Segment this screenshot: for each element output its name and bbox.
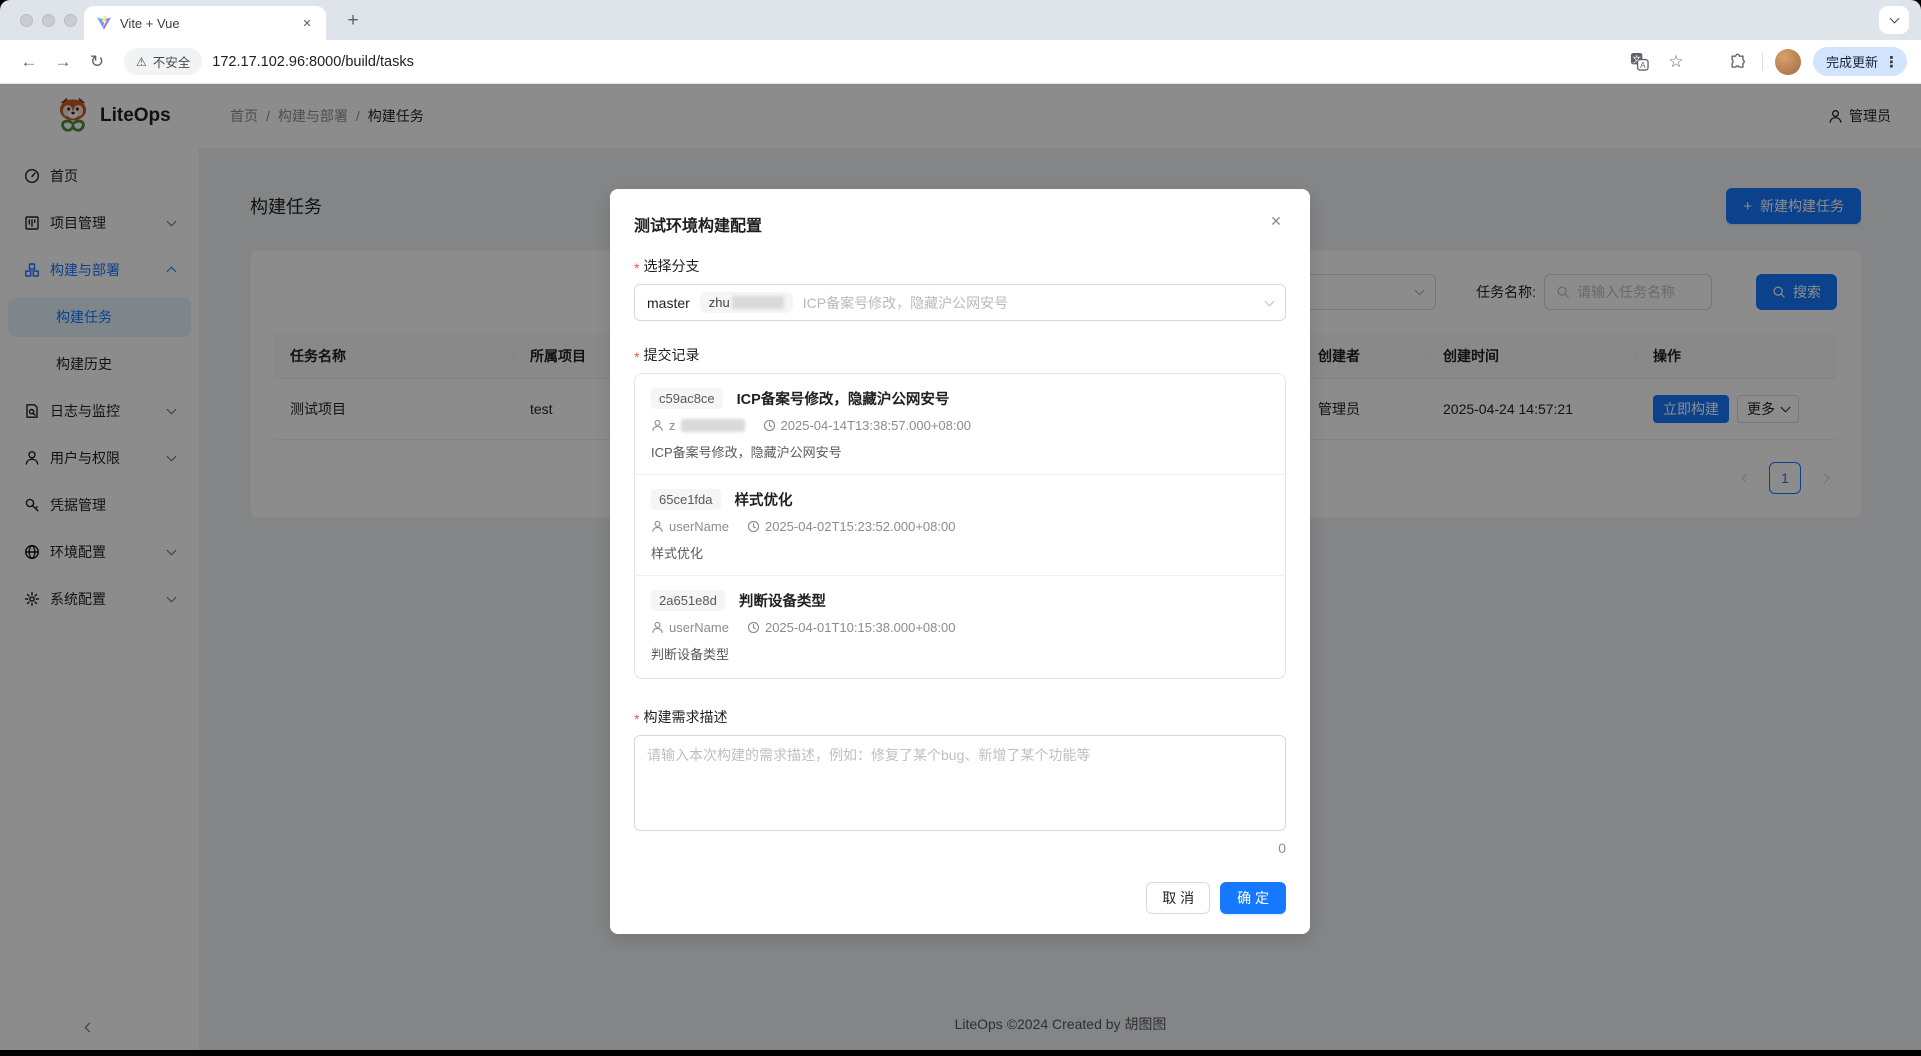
window-close-button[interactable] [20, 14, 33, 27]
user-icon [651, 621, 664, 634]
user-icon [651, 419, 664, 432]
svg-text:A: A [1641, 61, 1647, 70]
tab-close-icon[interactable]: ✕ [298, 14, 316, 32]
toolbar-divider [1762, 53, 1763, 71]
new-tab-button[interactable]: + [340, 8, 366, 34]
update-chip-label: 完成更新 [1826, 52, 1878, 71]
commit-hash: 65ce1fda [651, 489, 721, 510]
commits-label: 提交记录 [643, 345, 699, 365]
security-chip[interactable]: ⚠ 不安全 [124, 48, 202, 75]
cancel-label: 取 消 [1162, 888, 1194, 908]
confirm-label: 确 定 [1237, 888, 1269, 908]
window-zoom-button[interactable] [64, 14, 77, 27]
vite-favicon [96, 15, 112, 31]
build-description-textarea[interactable] [634, 735, 1286, 831]
build-config-modal: 测试环境构建配置 ✕ * 选择分支 master zhu ICP备案号修改，隐藏… [610, 189, 1310, 934]
commit-time: 2025-04-14T13:38:57.000+08:00 [781, 418, 971, 433]
browser-tab[interactable]: Vite + Vue ✕ [84, 6, 326, 40]
clock-icon [763, 419, 776, 432]
branch-select[interactable]: master zhu ICP备案号修改，隐藏沪公网安号 [634, 284, 1286, 321]
url-text[interactable]: 172.17.102.96:8000/build/tasks [212, 54, 414, 70]
translate-icon[interactable]: 文 A [1628, 50, 1652, 74]
commit-message: ICP备案号修改，隐藏沪公网安号 [651, 442, 1269, 461]
warning-icon: ⚠ [136, 55, 147, 69]
required-asterisk: * [634, 261, 639, 275]
forward-button[interactable]: → [48, 47, 78, 77]
browser-tab-bar: Vite + Vue ✕ + [0, 0, 1921, 40]
bookmark-star-icon[interactable]: ☆ [1664, 50, 1688, 74]
redacted-text [732, 296, 784, 309]
back-button[interactable]: ← [14, 47, 44, 77]
commit-time: 2025-04-01T10:15:38.000+08:00 [765, 620, 955, 635]
branch-value: master [647, 295, 690, 311]
commit-author: userName [669, 620, 729, 635]
commit-title: 判断设备类型 [739, 590, 826, 611]
commit-item[interactable]: 2a651e8d 判断设备类型 userName 2025-04-01T10:1… [635, 576, 1285, 676]
commit-item[interactable]: 65ce1fda 样式优化 userName 2025-04-02T15:23:… [635, 475, 1285, 576]
chevron-down-icon [1265, 296, 1275, 306]
kebab-menu-icon[interactable]: ⋮ [1884, 53, 1899, 71]
commit-author: z [669, 418, 676, 433]
window-controls[interactable] [20, 14, 77, 27]
clock-icon [747, 621, 760, 634]
required-asterisk: * [634, 712, 639, 726]
security-label: 不安全 [153, 52, 191, 71]
branch-tag-text: zhu [709, 295, 730, 310]
commit-title: 样式优化 [735, 489, 793, 510]
redacted-text [681, 419, 745, 432]
tab-search-button[interactable] [1879, 6, 1909, 34]
browser-chrome: Vite + Vue ✕ + ← → ↻ ⚠ 不安全 172.17.102.96… [0, 0, 1921, 84]
commit-author: userName [669, 519, 729, 534]
commit-time: 2025-04-02T15:23:52.000+08:00 [765, 519, 955, 534]
profile-avatar[interactable] [1775, 49, 1801, 75]
description-label: 构建需求描述 [643, 707, 727, 727]
close-icon[interactable]: ✕ [1262, 207, 1290, 235]
commit-item[interactable]: c59ac8ce ICP备案号修改，隐藏沪公网安号 z 2025-04-14T1… [635, 374, 1285, 475]
required-asterisk: * [634, 350, 639, 364]
commit-title: ICP备案号修改，隐藏沪公网安号 [737, 388, 950, 409]
commit-hash: 2a651e8d [651, 590, 725, 611]
reload-button[interactable]: ↻ [82, 47, 112, 77]
cancel-button[interactable]: 取 消 [1146, 882, 1210, 914]
user-icon [651, 520, 664, 533]
modal-title: 测试环境构建配置 [634, 212, 1286, 236]
commit-message: 样式优化 [651, 543, 1269, 562]
update-chip-button[interactable]: 完成更新 ⋮ [1813, 47, 1907, 76]
branch-commit-tag: zhu [700, 292, 793, 313]
tab-title: Vite + Vue [120, 16, 290, 31]
clock-icon [747, 520, 760, 533]
character-counter: 0 [634, 840, 1286, 856]
commit-list: c59ac8ce ICP备案号修改，隐藏沪公网安号 z 2025-04-14T1… [634, 373, 1286, 679]
commit-message: 判断设备类型 [651, 644, 1269, 663]
extensions-puzzle-icon[interactable] [1726, 50, 1750, 74]
branch-label: 选择分支 [643, 256, 699, 276]
chevron-down-icon [1889, 14, 1899, 24]
confirm-button[interactable]: 确 定 [1220, 882, 1286, 914]
browser-toolbar: ← → ↻ ⚠ 不安全 172.17.102.96:8000/build/tas… [0, 40, 1921, 84]
commit-hash: c59ac8ce [651, 388, 723, 409]
address-bar[interactable]: ⚠ 不安全 172.17.102.96:8000/build/tasks [124, 48, 1624, 75]
branch-commit-summary: ICP备案号修改，隐藏沪公网安号 [803, 293, 1256, 313]
window-minimize-button[interactable] [42, 14, 55, 27]
app-window: LiteOps 首页 / 构建与部署 / 构建任务 管理员 首页 [0, 84, 1921, 1050]
toolbar-right: 文 A ☆ 完成更新 ⋮ [1628, 47, 1907, 76]
